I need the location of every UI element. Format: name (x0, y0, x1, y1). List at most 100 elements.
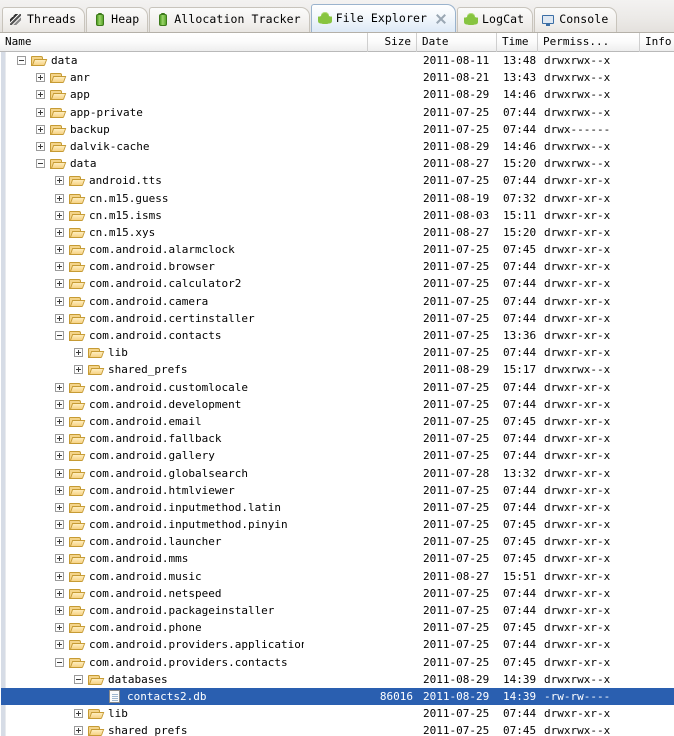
collapse-icon[interactable] (74, 674, 83, 684)
file-tree-row[interactable]: dalvik-cache 2011-08-29 14:46 drwxrwx--x (1, 138, 674, 155)
expand-icon[interactable] (55, 210, 64, 220)
expand-icon[interactable] (55, 227, 64, 237)
column-header-time[interactable]: Time (497, 32, 538, 52)
file-tree-row[interactable]: lib 2011-07-25 07:44 drwxr-xr-x (1, 344, 674, 361)
collapse-icon[interactable] (17, 56, 26, 65)
column-header-info[interactable]: Info (640, 33, 674, 52)
expand-icon[interactable] (55, 588, 64, 598)
file-tree-row[interactable]: com.android.providers.applications 2011-0… (1, 636, 674, 653)
file-tree-row[interactable]: databases 2011-08-29 14:39 drwxrwx--x (1, 671, 674, 688)
expand-icon[interactable] (36, 124, 45, 134)
file-tree-rows: data 2011-08-11 13:48 drwxrwx--x anr 2011-08-… (1, 52, 674, 736)
file-tree-row[interactable]: com.android.inputmethod.latin 2011-07-25 0… (1, 499, 674, 516)
file-tree-row[interactable]: shared_prefs 2011-07-25 07:45 drwxrwx--x (1, 722, 674, 736)
file-tree-row[interactable]: data 2011-08-11 13:48 drwxrwx--x (1, 52, 674, 69)
column-header-date[interactable]: Date (417, 32, 497, 52)
file-tree-row[interactable]: com.android.inputmethod.pinyin 2011-07-25… (1, 516, 674, 533)
column-header-name[interactable]: Name (0, 32, 368, 52)
file-tree-row[interactable]: cn.m15.xys 2011-08-27 15:20 drwxr-xr-x (1, 224, 674, 241)
file-tree-row[interactable]: com.android.browser 2011-07-25 07:44 drwxr-… (1, 258, 674, 275)
file-tree-row[interactable]: com.android.contacts 2011-07-25 13:36 drwxr… (1, 327, 674, 344)
file-tree-row[interactable]: com.android.phone 2011-07-25 07:45 drwxr-xr… (1, 619, 674, 636)
file-tree-row[interactable]: com.android.music 2011-08-27 15:51 drwxr-xr… (1, 568, 674, 585)
file-tree-row[interactable]: com.android.globalsearch 2011-07-28 13:32 d… (1, 465, 674, 482)
column-header-permiss[interactable]: Permiss... (538, 32, 640, 52)
file-tree-row[interactable]: app 2011-08-29 14:46 drwxrwx--x (1, 86, 674, 103)
expand-icon[interactable] (74, 726, 83, 736)
cell-permissions: drwxr-xr-x (544, 483, 611, 497)
file-tree-row[interactable]: com.android.gallery 2011-07-25 07:44 drwxr-… (1, 447, 674, 464)
file-tree-row[interactable]: com.android.packageinstaller 2011-07-25 07… (1, 602, 674, 619)
cell-time: 07:45 (503, 518, 537, 532)
expand-icon[interactable] (55, 399, 64, 409)
expand-icon[interactable] (55, 313, 64, 323)
expand-icon[interactable] (55, 571, 64, 581)
expand-icon[interactable] (55, 245, 64, 255)
expand-icon[interactable] (55, 520, 64, 530)
close-icon[interactable] (435, 13, 447, 25)
cell-date: 2011-07-25 (423, 518, 490, 532)
expand-icon[interactable] (55, 176, 64, 186)
column-header-size[interactable]: Size (368, 32, 417, 52)
expand-icon[interactable] (55, 606, 64, 615)
file-tree-row[interactable]: com.android.development 2011-07-25 07:44 dr… (1, 396, 674, 413)
collapse-icon[interactable] (55, 331, 64, 340)
tab-allocation-tracker[interactable]: Allocation Tracker (149, 7, 310, 32)
file-tree-row[interactable]: com.android.netspeed 2011-07-25 07:44 drwxr… (1, 585, 674, 602)
expand-icon[interactable] (55, 382, 64, 392)
file-tree-row[interactable]: com.android.customlocale 2011-07-25 07:44 d… (1, 379, 674, 396)
file-tree-row[interactable]: anr 2011-08-21 13:43 drwxrwx--x (1, 69, 674, 86)
file-tree-row[interactable]: com.android.launcher 2011-07-25 07:45 drwxr… (1, 533, 674, 550)
file-tree-row-selected[interactable]: contacts2.db 86016 2011-08-29 14:39 -rw-rw--… (1, 687, 674, 706)
file-tree-row[interactable]: com.android.htmlviewer 2011-07-25 07:44 drw… (1, 482, 674, 499)
expand-icon[interactable] (36, 107, 45, 117)
collapse-icon[interactable] (55, 657, 64, 667)
expand-icon[interactable] (74, 365, 83, 375)
file-tree-row[interactable]: android.tts 2011-07-25 07:44 drwxr-xr-x (1, 172, 674, 189)
cell-name: cn.m15.guess (7, 190, 304, 207)
tab-heap[interactable]: Heap (86, 7, 149, 32)
cell-date: 2011-08-29 (423, 689, 490, 703)
expand-icon[interactable] (55, 537, 64, 547)
expand-icon[interactable] (74, 348, 83, 358)
file-tree-row[interactable]: shared_prefs 2011-08-29 15:17 drwxrwx--x (1, 361, 674, 378)
expand-icon[interactable] (55, 416, 64, 426)
expand-icon[interactable] (55, 262, 64, 272)
expand-icon[interactable] (55, 485, 64, 495)
file-tree[interactable]: data 2011-08-11 13:48 drwxrwx--x anr 2011-08-… (0, 52, 674, 736)
file-tree-row[interactable]: lib 2011-07-25 07:44 drwxr-xr-x (1, 705, 674, 722)
expand-icon[interactable] (36, 141, 45, 151)
expand-icon[interactable] (55, 640, 64, 650)
file-tree-row[interactable]: com.android.fallback 2011-07-25 07:44 drwxr… (1, 430, 674, 447)
file-tree-row[interactable]: com.android.certinstaller 2011-07-25 07:44… (1, 310, 674, 327)
tab-logcat[interactable]: LogCat (457, 7, 534, 32)
expand-icon[interactable] (55, 623, 64, 633)
expand-icon[interactable] (55, 554, 64, 564)
file-tree-row[interactable]: backup 2011-07-25 07:44 drwx------ (1, 121, 674, 138)
expand-icon[interactable] (55, 468, 64, 478)
file-tree-row[interactable]: data 2011-08-27 15:20 drwxrwx--x (1, 155, 674, 172)
file-tree-row[interactable]: com.android.email 2011-07-25 07:45 drwxr-xr… (1, 413, 674, 430)
file-name-label: backup (70, 122, 110, 136)
file-tree-row[interactable]: com.android.mms 2011-07-25 07:45 drwxr-xr-x (1, 550, 674, 567)
file-tree-row[interactable]: com.android.calculator2 2011-07-25 07:44 dr… (1, 275, 674, 292)
expand-icon[interactable] (55, 434, 64, 444)
expand-icon[interactable] (55, 279, 64, 289)
file-tree-row[interactable]: com.android.alarmclock 2011-07-25 07:45 drw… (1, 241, 674, 258)
expand-icon[interactable] (74, 709, 83, 719)
file-tree-row[interactable]: app-private 2011-07-25 07:44 drwxrwx--x (1, 104, 674, 121)
file-tree-row[interactable]: com.android.providers.contacts 2011-07-25… (1, 654, 674, 671)
file-tree-row[interactable]: cn.m15.isms 2011-08-03 15:11 drwxr-xr-x (1, 207, 674, 224)
tab-console[interactable]: Console (534, 7, 618, 32)
expand-icon[interactable] (55, 451, 64, 461)
file-tree-row[interactable]: com.android.camera 2011-07-25 07:44 drwxr-x… (1, 293, 674, 310)
expand-icon[interactable] (36, 73, 45, 83)
expand-icon[interactable] (55, 296, 64, 306)
expand-icon[interactable] (55, 502, 64, 512)
expand-icon[interactable] (36, 90, 45, 100)
tab-file-explorer[interactable]: File Explorer (310, 4, 457, 32)
collapse-icon[interactable] (36, 159, 45, 169)
expand-icon[interactable] (55, 193, 64, 203)
tab-threads[interactable]: Threads (2, 7, 86, 32)
file-tree-row[interactable]: cn.m15.guess 2011-08-19 07:32 drwxr-xr-x (1, 190, 674, 207)
